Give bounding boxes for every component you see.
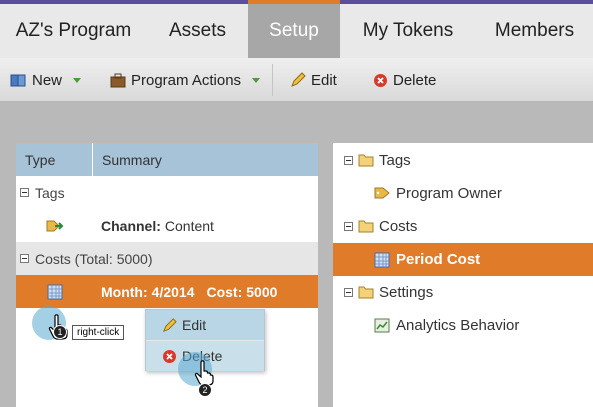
edit-label: Edit: [311, 71, 337, 89]
delete-icon: [163, 349, 176, 363]
program-actions-button[interactable]: Program Actions: [110, 58, 261, 102]
tab-setup[interactable]: Setup: [248, 0, 340, 58]
tag-arrow-icon: [46, 220, 63, 231]
summary-column-header[interactable]: Summary: [93, 143, 162, 176]
book-icon: [10, 74, 26, 86]
tree-costs-label: Costs: [379, 218, 418, 235]
right-click-hint: right-click: [72, 325, 125, 340]
collapse-icon[interactable]: [344, 156, 353, 165]
tab-my-tokens[interactable]: My Tokens: [340, 4, 476, 58]
pencil-icon: [291, 72, 306, 87]
tree-settings-folder[interactable]: Settings: [333, 276, 593, 309]
tags-group-label: Tags: [35, 184, 65, 201]
toolbar-divider: [272, 64, 273, 96]
collapse-icon[interactable]: [20, 254, 29, 263]
calendar-grid-icon: [47, 284, 62, 299]
month-value: 4/2014: [151, 283, 195, 300]
channel-key: Channel:: [101, 217, 161, 234]
collapse-icon[interactable]: [344, 288, 353, 297]
tree-settings-label: Settings: [379, 284, 434, 301]
type-cell: [16, 284, 93, 300]
month-key: Month:: [101, 283, 148, 300]
tags-group-row[interactable]: Tags: [16, 176, 318, 209]
collapse-icon[interactable]: [344, 222, 353, 231]
tree-period-cost[interactable]: Period Cost: [333, 243, 593, 276]
delete-icon: [374, 73, 387, 87]
context-edit-label: Edit: [182, 317, 207, 333]
folder-icon: [358, 154, 374, 167]
tab-label: Assets: [168, 20, 227, 41]
cost-value: 5000: [246, 283, 278, 300]
tree-period-cost-label: Period Cost: [396, 251, 481, 268]
tree-program-owner[interactable]: Program Owner: [333, 177, 593, 210]
program-actions-label: Program Actions: [131, 71, 242, 89]
setup-tree: Tags Program Owner Costs Period Cost Set…: [333, 143, 593, 407]
grid-header: Type Summary: [16, 143, 318, 176]
tree-tags-folder[interactable]: Tags: [333, 144, 593, 177]
context-edit-item[interactable]: Edit: [146, 310, 264, 340]
tab-label: My Tokens: [362, 20, 454, 41]
tree-costs-folder[interactable]: Costs: [333, 210, 593, 243]
tab-members[interactable]: Members: [476, 4, 593, 58]
type-column-header[interactable]: Type: [16, 143, 93, 176]
cost-key: Cost:: [206, 283, 243, 300]
tab-assets[interactable]: Assets: [147, 4, 248, 58]
briefcase-icon: [110, 73, 126, 87]
folder-icon: [358, 220, 374, 233]
pencil-icon: [163, 317, 177, 332]
new-button[interactable]: New: [10, 58, 82, 102]
top-tab-bar: AZ's Program Assets Setup My Tokens Memb…: [0, 0, 593, 58]
dropdown-caret-icon: [252, 77, 261, 83]
tree-analytics-label: Analytics Behavior: [396, 317, 520, 334]
dropdown-caret-icon: [73, 77, 82, 83]
costs-group-label: Costs (Total: 5000): [35, 250, 153, 267]
step-one-badge: 1: [53, 325, 67, 339]
type-cell: [16, 218, 93, 234]
tab-program[interactable]: AZ's Program: [0, 4, 147, 58]
new-label: New: [32, 71, 63, 89]
channel-value: Content: [164, 217, 214, 234]
delete-label: Delete: [393, 71, 437, 89]
collapse-icon[interactable]: [20, 188, 29, 197]
tag-icon: [374, 187, 390, 199]
tab-label: AZ's Program: [15, 20, 132, 41]
tab-label: Setup: [269, 20, 319, 41]
step-two-badge: 2: [198, 383, 212, 397]
toolbar: New Program Actions Edit Delete: [0, 58, 593, 102]
edit-button[interactable]: Edit: [290, 58, 337, 102]
tree-program-owner-label: Program Owner: [396, 185, 502, 202]
tree-tags-label: Tags: [379, 152, 411, 169]
chart-picture-icon: [374, 318, 390, 333]
tree-analytics-behavior[interactable]: Analytics Behavior: [333, 309, 593, 342]
folder-icon: [358, 286, 374, 299]
costs-group-row[interactable]: Costs (Total: 5000): [16, 242, 318, 275]
period-cost-row[interactable]: Month: 4/2014 Cost: 5000: [16, 275, 318, 308]
channel-row[interactable]: Channel: Content: [16, 209, 318, 242]
delete-button[interactable]: Delete: [373, 58, 436, 102]
calendar-grid-icon: [374, 252, 390, 268]
tab-label: Members: [494, 20, 575, 41]
